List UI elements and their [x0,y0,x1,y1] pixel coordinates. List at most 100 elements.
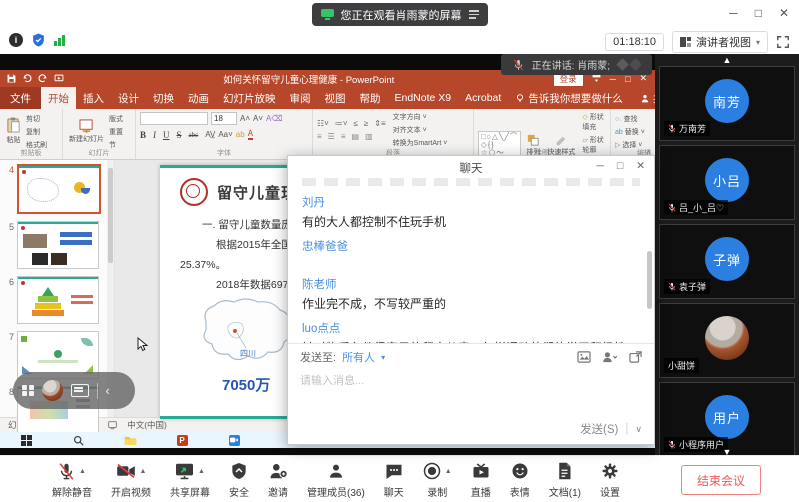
record-button[interactable]: ▲ 录制 [423,461,452,499]
chat-message-list[interactable]: 刘丹 有的大人都控制不住玩手机 忠棒爸爸 陈老师 作业完不成，不写较严重的 lu… [288,186,654,343]
send-options-icon[interactable]: ∨ [635,424,642,435]
char-spacing-icon[interactable]: AV̲ [205,130,215,139]
watching-banner[interactable]: 您正在观看肖雨蒙的屏幕 [312,3,488,26]
thumbnail-slide-4[interactable]: 4 [2,164,114,214]
scroll-up-icon[interactable]: ▲ [723,55,732,65]
collapse-arrow-icon[interactable]: ‹ [106,384,110,397]
strikethrough-button[interactable]: S [177,130,182,140]
screenshot-icon[interactable] [577,351,591,363]
chat-maximize-button[interactable]: □ [617,160,623,172]
maximize-button[interactable]: □ [755,6,762,20]
smartart-button[interactable]: 转换为SmartArt ˅ [393,138,448,148]
highlight-icon[interactable]: ab [236,130,245,139]
member-mention-icon[interactable] [602,351,618,363]
tab-transitions[interactable]: 切换 [146,87,181,109]
tab-design[interactable]: 设计 [111,87,146,109]
settings-button[interactable]: 设置 [600,461,620,499]
taskbar-search-icon[interactable] [52,432,104,448]
participant-tile[interactable]: 小甜饼 [659,303,795,378]
unmute-button[interactable]: ▲ 解除静音 [52,461,92,499]
text-direction-button[interactable]: 文字方向 ˅ [393,112,448,122]
font-size-box[interactable]: 18 [211,112,237,125]
ppt-minimize-button[interactable]: ─ [610,74,616,84]
new-slide-button[interactable]: 新建幻灯片 [67,119,106,144]
live-stream-button[interactable]: 直播 [471,461,491,499]
view-mode-button[interactable]: 演讲者视图 ▾ [672,31,768,53]
shape-fill-button[interactable]: ◇ 形状填充 [582,112,606,132]
ribbon-options-icon[interactable] [592,74,601,83]
align-left-icon[interactable]: ≡ [317,132,322,141]
chat-close-button[interactable]: ✕ [636,160,645,172]
numbering-icon[interactable]: ≔˅ [335,119,348,128]
copy-button[interactable]: 复制 [26,127,47,137]
start-video-button[interactable]: ▲ 开启视频 [111,461,151,499]
align-text-button[interactable]: 对齐文本 ˅ [393,125,448,135]
chevron-up-icon[interactable]: ▲ [445,468,452,475]
emoji-button[interactable]: 表情 [510,461,530,499]
align-center-icon[interactable]: ☰ [328,132,335,141]
save-icon[interactable] [7,74,16,83]
send-button[interactable]: 发送(S) [580,421,618,437]
participant-tile[interactable]: 子弹 袁子弹 [659,224,795,299]
layout-grid-icon[interactable] [22,385,34,397]
meeting-info-icon[interactable]: i [9,33,23,47]
tab-file[interactable]: 文件 [0,87,41,109]
reset-button[interactable]: 重置 [109,127,123,137]
meeting-taskbar-icon[interactable] [208,432,260,448]
language-indicator[interactable]: 中文(中国) [127,419,167,431]
indent-decrease-icon[interactable]: ≤ [354,119,358,128]
file-explorer-icon[interactable] [104,432,156,448]
font-name-box[interactable] [140,112,208,125]
ppt-maximize-button[interactable]: □ [625,74,630,84]
paste-button[interactable]: 粘贴 [4,117,23,145]
layout-button[interactable]: 版式 [109,114,123,124]
floating-mini-toolbar[interactable]: ‹ [13,372,135,409]
powerpoint-taskbar-icon[interactable]: P [156,432,208,448]
chevron-up-icon[interactable]: ▲ [198,468,205,475]
chat-minimize-button[interactable]: ─ [596,160,603,172]
health-shield-icon[interactable] [32,33,45,47]
undo-icon[interactable] [22,74,32,83]
start-slideshow-icon[interactable] [54,74,64,83]
banner-menu-icon[interactable] [469,10,479,19]
send-to-selector[interactable]: 所有人 [342,349,375,365]
chat-message-input[interactable] [288,370,654,387]
chat-titlebar[interactable]: 聊天 ─ □ ✕ [288,156,654,178]
participant-tile[interactable]: 小吕 吕_小_吕♡ [659,145,795,220]
start-button[interactable] [0,432,52,448]
line-spacing-icon[interactable]: ⇕≡ [374,119,385,128]
thumbnail-slide-6[interactable]: 6 [2,276,114,324]
indent-increase-icon[interactable]: ≥ [364,119,368,128]
docs-button[interactable]: 文档(1) [549,461,581,499]
clear-format-icon[interactable]: A⌫ [266,114,283,123]
chevron-up-icon[interactable]: ▲ [140,468,147,475]
tab-endnote[interactable]: EndNote X9 [388,87,459,109]
redo-icon[interactable] [38,74,48,83]
security-button[interactable]: 安全 [229,461,249,499]
close-button[interactable]: ✕ [779,6,789,20]
underline-button[interactable]: U [163,130,170,140]
thumbnail-slide-5[interactable]: 5 [2,221,114,269]
participant-tile[interactable]: 南芳 万南芳 [659,66,795,141]
fullscreen-icon[interactable] [776,35,790,49]
share-screen-button[interactable]: ▲ 共享屏幕 [170,461,210,499]
strike-abc-button[interactable]: abc [189,131,199,139]
justify-icon[interactable]: ▤ [352,132,360,141]
participant-tile[interactable]: 用户 小程序用户 [659,382,795,457]
tell-me-box[interactable]: 告诉我你想要做什么 [508,87,631,109]
tab-insert[interactable]: 插入 [76,87,111,109]
pop-out-icon[interactable] [629,351,642,363]
scroll-down-icon[interactable]: ▼ [723,447,732,457]
chat-button[interactable]: 聊天 [384,461,404,499]
chat-scrollbar[interactable] [646,188,653,339]
end-meeting-button[interactable]: 结束会议 [681,465,761,495]
italic-button[interactable]: I [153,130,156,140]
tab-view[interactable]: 视图 [318,87,353,109]
chevron-up-icon[interactable]: ▲ [79,468,86,475]
tab-animations[interactable]: 动画 [181,87,216,109]
keyboard-icon[interactable] [71,384,89,397]
font-color-icon[interactable]: A [248,129,253,140]
manage-members-button[interactable]: 管理成员(36) [307,461,365,499]
grow-font-icon[interactable]: A˄ [240,114,250,123]
tab-review[interactable]: 审阅 [283,87,318,109]
